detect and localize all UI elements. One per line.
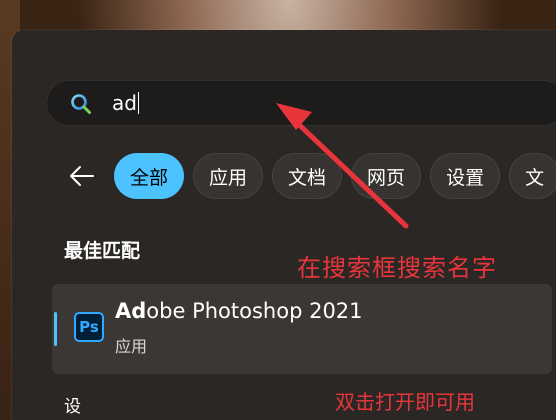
selection-indicator — [54, 312, 57, 346]
result-title: Adobe Photoshop 2021 — [115, 299, 363, 323]
result-title-highlight: Ad — [115, 299, 147, 323]
search-input[interactable]: ad — [46, 80, 556, 126]
result-subtitle: 应用 — [115, 337, 148, 356]
filter-tab-all[interactable]: 全部 — [114, 153, 185, 199]
back-arrow-icon[interactable] — [66, 160, 98, 192]
result-title-rest: obe Photoshop 2021 — [146, 299, 363, 323]
filter-tabs: 全部 应用 文档 网页 设置 文 — [114, 153, 556, 199]
best-match-result-photoshop[interactable]: Ps Adobe Photoshop 2021 应用 — [52, 284, 552, 374]
filter-tab-documents[interactable]: 文档 — [272, 153, 343, 199]
search-icon — [71, 94, 91, 114]
next-section-heading: 设 — [64, 397, 81, 417]
annotation-bottom-hint: 双击打开即可用 — [335, 390, 475, 414]
photoshop-app-icon: Ps — [74, 312, 104, 342]
annotation-search-hint: 在搜索框搜索名字 — [297, 254, 497, 282]
filter-tab-web[interactable]: 网页 — [351, 153, 422, 199]
filter-tab-folders[interactable]: 文 — [509, 153, 556, 199]
best-match-heading: 最佳匹配 — [64, 240, 141, 262]
text-caret — [137, 92, 139, 114]
filter-tab-apps[interactable]: 应用 — [193, 153, 264, 199]
search-query-text: ad — [112, 91, 139, 115]
filter-tab-settings[interactable]: 设置 — [430, 153, 501, 199]
